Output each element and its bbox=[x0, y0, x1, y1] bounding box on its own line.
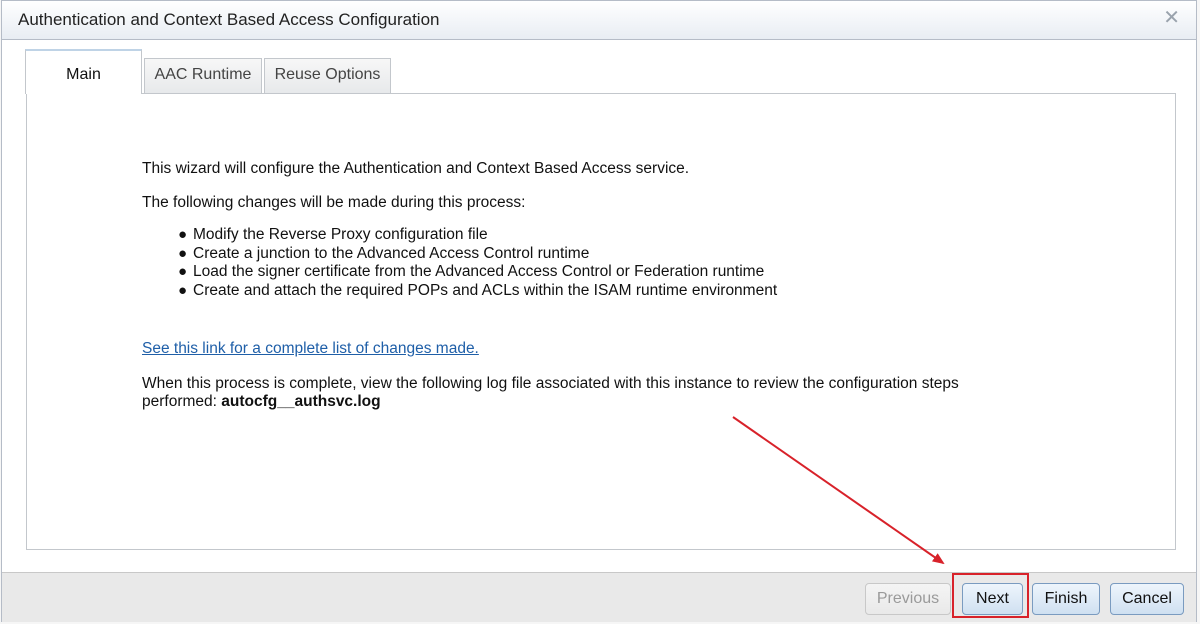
close-icon[interactable]: ✕ bbox=[1163, 8, 1180, 28]
tab-aac-runtime-label: AAC Runtime bbox=[154, 66, 252, 83]
main-tab-panel: This wizard will configure the Authentic… bbox=[26, 93, 1176, 550]
configuration-dialog: Authentication and Context Based Access … bbox=[1, 0, 1197, 622]
log-info-text: When this process is complete, view the … bbox=[142, 375, 959, 392]
list-item: ● Create a junction to the Advanced Acces… bbox=[178, 244, 590, 262]
bullet-icon: ● bbox=[178, 263, 188, 280]
screen: Authentication and Context Based Access … bbox=[0, 0, 1200, 624]
bullet-icon: ● bbox=[178, 244, 188, 262]
changes-heading: The following changes will be made durin… bbox=[142, 194, 526, 211]
list-item: ● Load the signer certificate from the Ad… bbox=[178, 263, 765, 280]
cancel-button[interactable]: Cancel bbox=[1110, 583, 1184, 615]
intro-text: This wizard will configure the Authentic… bbox=[142, 160, 690, 177]
changes-link[interactable]: See this link for a complete list of cha… bbox=[142, 340, 479, 358]
log-info-text-continued: performed: autocfg__authsvc.log bbox=[142, 393, 381, 410]
previous-button[interactable]: Previous bbox=[865, 583, 951, 615]
tab-main[interactable]: Main bbox=[25, 49, 142, 94]
dialog-footer: Previous Next Finish Cancel bbox=[2, 572, 1196, 622]
dialog-titlebar[interactable]: Authentication and Context Based Access … bbox=[2, 1, 1196, 40]
tab-reuse-options[interactable]: Reuse Options bbox=[264, 58, 391, 93]
tab-aac-runtime[interactable]: AAC Runtime bbox=[144, 58, 262, 93]
bullet-icon: ● bbox=[178, 226, 188, 243]
tab-main-label: Main bbox=[66, 66, 101, 83]
list-item: ● Modify the Reverse Proxy configuration … bbox=[178, 226, 488, 243]
log-file-name: autocfg__authsvc.log bbox=[221, 393, 381, 410]
tab-reuse-options-label: Reuse Options bbox=[274, 66, 381, 83]
list-item: ● Create and attach the required POPs and… bbox=[178, 281, 778, 299]
dialog-title: Authentication and Context Based Access … bbox=[18, 10, 440, 29]
bullet-icon: ● bbox=[178, 281, 188, 299]
finish-button[interactable]: Finish bbox=[1032, 583, 1100, 615]
changes-list: ● Modify the Reverse Proxy configuration … bbox=[142, 226, 777, 300]
next-button[interactable]: Next bbox=[962, 583, 1023, 615]
